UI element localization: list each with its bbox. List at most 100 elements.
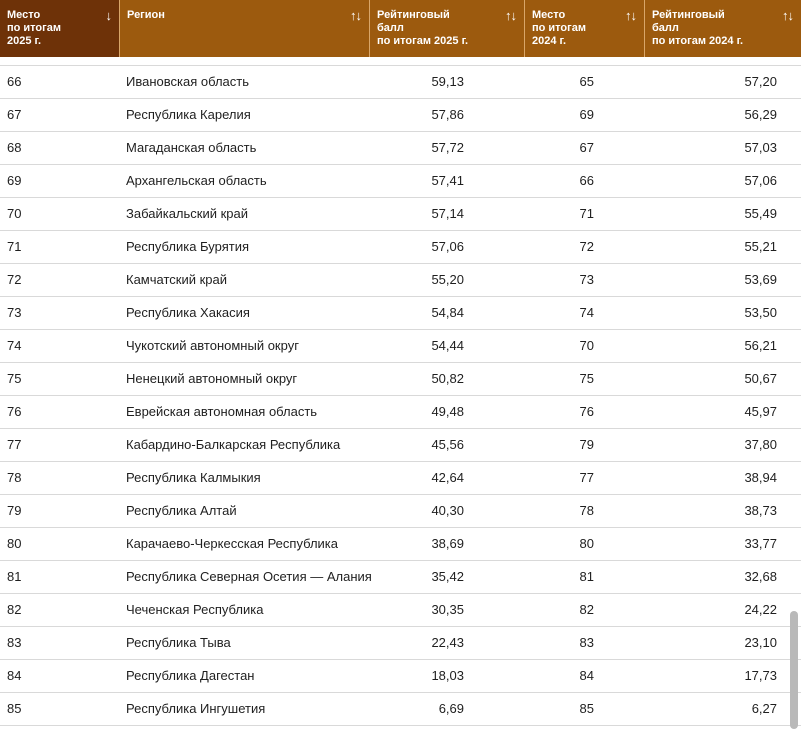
rank-cell: 82 xyxy=(7,602,22,617)
table-row[interactable]: 69 Архангельская область 57,41 66 57,06 xyxy=(0,165,801,198)
column-header-label: Место по итогам 2025 г. xyxy=(7,9,61,47)
rank-2024-cell: 75 xyxy=(579,371,594,386)
column-header-score-2025[interactable]: Рейтинговый балл по итогам 2025 г. ↑↓ xyxy=(369,0,524,57)
region-cell: Еврейская автономная область xyxy=(126,404,318,419)
table-row[interactable]: 83 Республика Тыва 22,43 83 23,10 xyxy=(0,627,801,660)
rank-2024-cell: 74 xyxy=(579,305,594,320)
table-row[interactable]: 85 Республика Ингушетия 6,69 85 6,27 xyxy=(0,693,801,726)
rank-cell: 77 xyxy=(7,437,22,452)
sort-desc-icon[interactable]: ↓ xyxy=(106,9,112,22)
rank-cell: 85 xyxy=(7,701,22,716)
table-row[interactable]: 77 Кабардино-Балкарская Республика 45,56 79… xyxy=(0,429,801,462)
rating-table: Место по итогам 2025 г. ↓ Регион ↑↓ Рейт… xyxy=(0,0,801,735)
rank-cell: 73 xyxy=(7,305,22,320)
table-row[interactable]: 80 Карачаево-Черкесская Республика 38,69 80… xyxy=(0,528,801,561)
sort-icon[interactable]: ↑↓ xyxy=(782,9,794,22)
region-cell: Ямало-Ненецкий автономный округ xyxy=(119,57,369,65)
score-2025-cell: 59,54 xyxy=(369,57,464,65)
column-header-label: Регион xyxy=(127,9,165,21)
table-row[interactable]: 72 Камчатский край 55,20 73 53,69 xyxy=(0,264,801,297)
score-2024-cell: 55,49 xyxy=(744,206,777,221)
score-2024-cell: 53,69 xyxy=(744,272,777,287)
table-row[interactable]: 65Ямало-Ненецкий автономный округ59,54 54… xyxy=(0,57,801,66)
rank-cell: 75 xyxy=(7,371,22,386)
table-row[interactable]: 70 Забайкальский край 57,14 71 55,49 xyxy=(0,198,801,231)
rank-2024-cell: 76 xyxy=(579,404,594,419)
sort-icon[interactable]: ↑↓ xyxy=(350,9,362,22)
rank-cell: 83 xyxy=(7,635,22,650)
score-2025-cell: 38,69 xyxy=(431,536,464,551)
table-row[interactable]: 76 Еврейская автономная область 49,48 76 45,… xyxy=(0,396,801,429)
score-2025-cell: 55,20 xyxy=(431,272,464,287)
rank-2024-cell: 78 xyxy=(579,503,594,518)
scrollbar-thumb[interactable] xyxy=(790,611,798,729)
column-header-region[interactable]: Регион ↑↓ xyxy=(119,0,369,57)
score-2025-cell: 18,03 xyxy=(431,668,464,683)
score-2025-cell: 57,06 xyxy=(431,239,464,254)
table-row[interactable]: 84 Республика Дагестан 18,03 84 17,73 xyxy=(0,660,801,693)
score-2025-cell: 45,56 xyxy=(431,437,464,452)
sort-icon[interactable]: ↑↓ xyxy=(625,9,637,22)
rank-2024-cell: 54 xyxy=(524,57,594,65)
score-2025-cell: 54,84 xyxy=(431,305,464,320)
column-header-label: Место по итогам 2024 г. xyxy=(532,9,586,47)
table-row[interactable]: 73 Республика Хакасия 54,84 74 53,50 xyxy=(0,297,801,330)
rank-2024-cell: 71 xyxy=(579,206,594,221)
column-header-label: Рейтинговый балл по итогам 2024 г. xyxy=(652,9,744,47)
rank-cell: 70 xyxy=(7,206,22,221)
table-row[interactable]: 66 Ивановская область 59,13 65 57,20 xyxy=(0,66,801,99)
table-row[interactable]: 67 Республика Карелия 57,86 69 56,29 xyxy=(0,99,801,132)
rank-cell: 65 xyxy=(0,57,119,65)
score-2025-cell: 59,13 xyxy=(431,74,464,89)
region-cell: Ивановская область xyxy=(126,74,249,89)
region-cell: Магаданская область xyxy=(126,140,257,155)
table-row[interactable]: 79 Республика Алтай 40,30 78 38,73 xyxy=(0,495,801,528)
table-row[interactable]: 68 Магаданская область 57,72 67 57,03 xyxy=(0,132,801,165)
table-body[interactable]: 65Ямало-Ненецкий автономный округ59,54 54… xyxy=(0,57,801,735)
table-row[interactable]: 74 Чукотский автономный округ 54,44 70 56,21 xyxy=(0,330,801,363)
region-cell: Карачаево-Черкесская Республика xyxy=(126,536,338,551)
column-header-rank-2025[interactable]: Место по итогам 2025 г. ↓ xyxy=(0,0,119,57)
score-2025-cell: 57,86 xyxy=(431,107,464,122)
sort-icon[interactable]: ↑↓ xyxy=(505,9,517,22)
column-header-rank-2024[interactable]: Место по итогам 2024 г. ↑↓ xyxy=(524,0,644,57)
score-2025-cell: 50,82 xyxy=(431,371,464,386)
table-row[interactable]: 75 Ненецкий автономный округ 50,82 75 50,67 xyxy=(0,363,801,396)
rank-2024-cell: 84 xyxy=(579,668,594,683)
rank-cell: 80 xyxy=(7,536,22,551)
rank-cell: 79 xyxy=(7,503,22,518)
score-2024-cell: 57,03 xyxy=(744,140,777,155)
score-2025-cell: 6,69 xyxy=(438,701,464,716)
score-2024-cell: 24,22 xyxy=(744,602,777,617)
rank-cell: 72 xyxy=(7,272,22,287)
table-row[interactable]: 78 Республика Калмыкия 42,64 77 38,94 xyxy=(0,462,801,495)
table-row[interactable]: 82 Чеченская Республика 30,35 82 24,22 xyxy=(0,594,801,627)
table-row[interactable]: 71 Республика Бурятия 57,06 72 55,21 xyxy=(0,231,801,264)
score-2024-cell: 6,27 xyxy=(751,701,777,716)
column-header-score-2024[interactable]: Рейтинговый балл по итогам 2024 г. ↑↓ xyxy=(644,0,801,57)
region-cell: Ненецкий автономный округ xyxy=(126,371,298,386)
table-header: Место по итогам 2025 г. ↓ Регион ↑↓ Рейт… xyxy=(0,0,801,57)
rank-2024-cell: 79 xyxy=(579,437,594,452)
table-row[interactable]: 81 Республика Северная Осетия — Алания 35,… xyxy=(0,561,801,594)
region-cell: Кабардино-Балкарская Республика xyxy=(126,437,341,452)
